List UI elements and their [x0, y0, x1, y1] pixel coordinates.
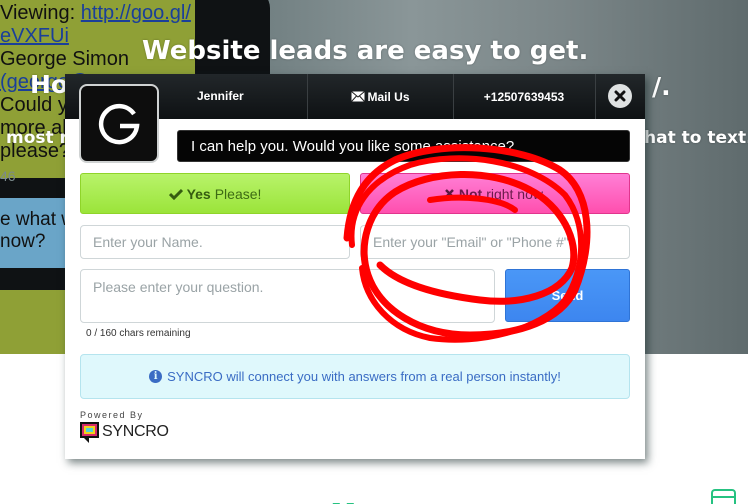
- info-icon: i: [149, 370, 163, 383]
- page: Viewing: http://goo.gl/ eVXFUi George Si…: [0, 0, 748, 504]
- hero-subheadline-left: Ho: [30, 70, 69, 99]
- syncro-logo[interactable]: SYNCRO: [80, 421, 169, 443]
- phone-link-2: eVXFUi: [0, 25, 69, 47]
- g-logo-icon: [98, 103, 140, 144]
- x-icon: [444, 189, 454, 198]
- close-icon: [614, 90, 626, 102]
- phone-reply: e what w now?: [0, 209, 75, 252]
- mail-us-button[interactable]: Mail Us: [308, 74, 453, 119]
- syncro-logo-icon: [80, 422, 99, 443]
- agent-name: Jennifer: [197, 89, 244, 103]
- not-right-now-button[interactable]: Not right now.: [360, 173, 630, 214]
- envelope-icon: [351, 91, 366, 102]
- name-input[interactable]: [80, 225, 350, 259]
- send-button[interactable]: Send: [505, 269, 630, 322]
- chat-widget: Jennifer Mail Us +12507639453 I can help…: [65, 74, 645, 459]
- yes-please-button[interactable]: Yes Please!: [80, 173, 350, 214]
- phone-link: http://goo.gl/: [80, 2, 191, 24]
- question-textarea[interactable]: [80, 269, 495, 323]
- agent-avatar: [79, 84, 159, 163]
- info-alert: i SYNCRO will connect you with answers f…: [80, 354, 630, 399]
- feature-icon-code: [330, 497, 360, 504]
- checkmark-icon: [168, 188, 183, 200]
- hero-tagline-left: most r: [6, 128, 68, 148]
- phone-number-button[interactable]: +12507639453: [454, 74, 594, 119]
- powered-by-label: Powered By: [80, 410, 144, 420]
- mail-us-label: Mail Us: [367, 89, 410, 104]
- char-counter: 0 / 160 chars remaining: [86, 328, 191, 339]
- close-button[interactable]: [608, 84, 632, 108]
- hero-tagline-right: hat to text.: [644, 128, 748, 148]
- email-or-phone-input[interactable]: [360, 225, 630, 259]
- hero-subheadline-right: /.: [652, 72, 671, 101]
- phone-number-label: +12507639453: [483, 89, 565, 104]
- greeting-bubble: I can help you. Would you like some assi…: [177, 130, 630, 162]
- syncro-brand-text: SYNCRO: [102, 423, 169, 440]
- info-text: SYNCRO will connect you with answers fro…: [167, 369, 561, 384]
- feature-icon-browser: [711, 489, 736, 504]
- hero-headline: Website leads are easy to get.: [142, 36, 589, 66]
- phone-time: 46: [0, 168, 16, 184]
